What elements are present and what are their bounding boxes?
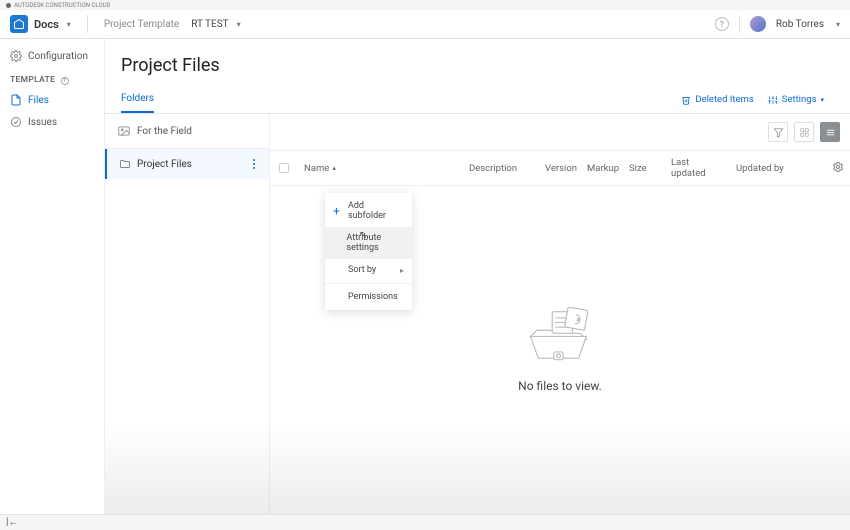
app-header: Docs ▾ Project Template RT TEST ▾ ? Rob …: [0, 10, 850, 39]
file-icon: [10, 94, 22, 106]
app-icon[interactable]: [10, 15, 28, 33]
gear-icon: [832, 161, 844, 173]
column-version[interactable]: Version: [539, 163, 581, 174]
sidebar-item-label: Configuration: [28, 51, 88, 62]
sort-asc-icon: ▴: [332, 164, 336, 172]
bottom-bar: |←: [0, 514, 850, 530]
sidebar-item-issues[interactable]: Issues: [0, 111, 104, 133]
sidebar-item-label: Files: [28, 95, 49, 106]
folder-more-icon[interactable]: [251, 157, 257, 171]
sidebar-section-label: TEMPLATE ?: [0, 67, 104, 89]
user-dropdown-icon[interactable]: ▾: [836, 20, 840, 29]
help-icon[interactable]: ?: [715, 17, 729, 31]
table-header: Name▴ Description Version Markup Size La…: [270, 150, 850, 186]
sliders-icon: [768, 95, 778, 105]
sidebar: Configuration TEMPLATE ? Files Issues: [0, 39, 105, 514]
brand-bar: AUTODESK CONSTRUCTION CLOUD: [0, 0, 850, 10]
brand-logo-icon: [6, 3, 11, 8]
image-icon: [117, 124, 131, 138]
grid-icon: [799, 127, 810, 138]
folder-tree: For the Field Project Files: [105, 114, 270, 514]
header-divider-2: [739, 15, 740, 33]
check-circle-icon: [10, 116, 22, 128]
column-last-updated[interactable]: Last updated: [665, 157, 730, 179]
menu-item-label: Attribute settings: [347, 233, 405, 253]
folder-template-root[interactable]: For the Field: [105, 114, 269, 149]
sidebar-item-files[interactable]: Files: [0, 89, 104, 111]
menu-divider: [325, 283, 412, 284]
select-all-checkbox[interactable]: [279, 163, 289, 173]
menu-item-label: Permissions: [348, 292, 398, 302]
template-dropdown-icon[interactable]: ▾: [237, 20, 241, 29]
menu-sort-by[interactable]: Sort by ▸: [325, 259, 412, 281]
menu-permissions[interactable]: Permissions: [325, 286, 412, 308]
trash-icon: [681, 95, 691, 105]
column-size[interactable]: Size: [623, 163, 665, 174]
column-settings-button[interactable]: [826, 161, 850, 176]
template-name[interactable]: RT TEST: [191, 19, 228, 30]
column-updated-by[interactable]: Updated by: [730, 163, 826, 174]
settings-link[interactable]: Settings ▾: [768, 94, 824, 105]
brand-text: AUTODESK CONSTRUCTION CLOUD: [14, 2, 110, 9]
menu-item-label: Add subfolder: [348, 201, 404, 221]
folder-label: Project Files: [137, 159, 192, 170]
sidebar-item-label: Issues: [28, 117, 57, 128]
menu-attribute-settings[interactable]: Attribute settings ↖: [325, 227, 412, 259]
tabs-bar: Folders Deleted Items Settings ▾: [105, 86, 850, 114]
filter-button[interactable]: [768, 122, 788, 142]
grid-view-button[interactable]: [794, 122, 814, 142]
menu-item-label: Sort by: [348, 265, 376, 275]
folder-icon: [119, 158, 131, 170]
gear-icon: [10, 50, 22, 62]
page-title: Project Files: [105, 39, 850, 86]
empty-state-text: No files to view.: [518, 379, 602, 393]
folder-context-menu: + Add subfolder Attribute settings ↖ Sor…: [325, 193, 412, 310]
deleted-items-label: Deleted Items: [695, 94, 753, 105]
app-dropdown-icon[interactable]: ▾: [67, 20, 71, 29]
app-name[interactable]: Docs: [34, 18, 59, 31]
column-description[interactable]: Description: [463, 163, 539, 174]
folder-template-label: For the Field: [137, 126, 192, 137]
sidebar-item-configuration[interactable]: Configuration: [0, 45, 104, 67]
collapse-panel-icon[interactable]: |←: [6, 517, 18, 528]
column-markup[interactable]: Markup: [581, 163, 623, 174]
template-label: Project Template: [104, 19, 179, 30]
filter-icon: [773, 127, 784, 138]
tab-folders[interactable]: Folders: [121, 86, 154, 113]
user-avatar[interactable]: [750, 16, 766, 32]
list-icon: [825, 127, 836, 138]
list-view-button[interactable]: [820, 122, 840, 142]
menu-add-subfolder[interactable]: + Add subfolder: [325, 195, 412, 227]
chevron-right-icon: ▸: [400, 266, 404, 275]
header-divider: [87, 15, 88, 33]
deleted-items-link[interactable]: Deleted Items: [681, 94, 753, 105]
column-name[interactable]: Name▴: [298, 163, 463, 174]
settings-label: Settings: [782, 94, 817, 105]
section-help-icon[interactable]: ?: [61, 77, 69, 85]
chevron-down-icon: ▾: [820, 96, 824, 104]
user-name[interactable]: Rob Torres: [776, 19, 824, 30]
folder-project-files[interactable]: Project Files: [107, 149, 269, 179]
view-toolbar: [270, 114, 850, 150]
cursor-icon: ↖: [359, 230, 367, 241]
empty-folder-icon: [520, 307, 600, 369]
plus-icon: +: [333, 207, 342, 216]
